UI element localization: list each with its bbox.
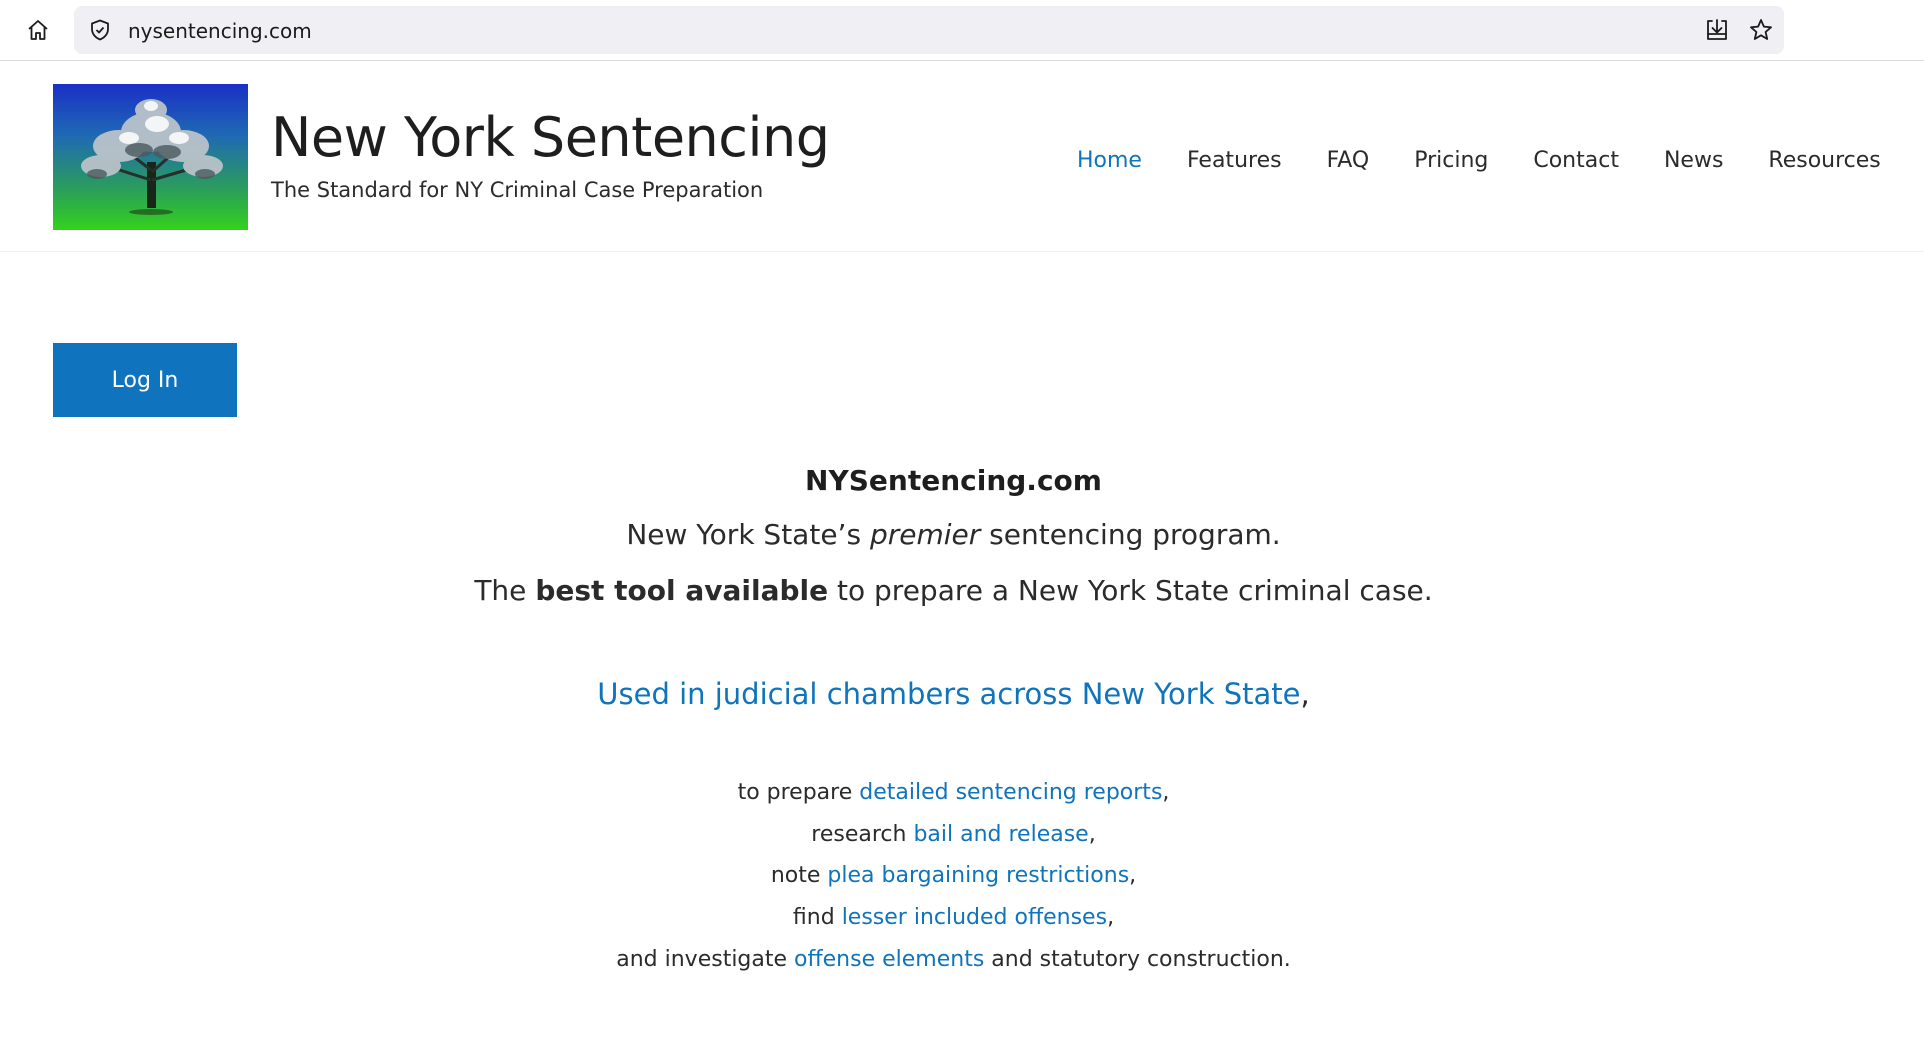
brand-heading: NYSentencing.com xyxy=(805,464,1102,497)
star-icon[interactable] xyxy=(1748,17,1774,43)
nav-faq[interactable]: FAQ xyxy=(1327,148,1370,173)
offense-elements-link[interactable]: offense elements xyxy=(794,947,984,972)
use-pre: find xyxy=(792,905,842,930)
site-header: New York Sentencing The Standard for NY … xyxy=(0,62,1924,252)
tagline-premier: New York State’s premier sentencing prog… xyxy=(0,518,1907,551)
use-item: research bail and release, xyxy=(0,822,1907,847)
nav-features[interactable]: Features xyxy=(1187,148,1282,173)
judicial-chambers-line: Used in judicial chambers across New Yor… xyxy=(0,677,1907,711)
tagline-premier-pre: New York State’s xyxy=(626,518,870,551)
address-bar[interactable]: nysentencing.com xyxy=(74,6,1784,54)
nav-contact[interactable]: Contact xyxy=(1533,148,1619,173)
login-button[interactable]: Log In xyxy=(53,343,237,417)
plea-bargaining-link[interactable]: plea bargaining restrictions xyxy=(827,863,1129,888)
nav-resources[interactable]: Resources xyxy=(1768,148,1880,173)
shield-icon[interactable] xyxy=(88,18,112,42)
tree-logo-icon[interactable] xyxy=(53,84,248,230)
site-title: New York Sentencing xyxy=(271,106,830,169)
tagline-best-pre: The xyxy=(474,574,536,607)
use-post: , xyxy=(1107,905,1115,930)
nav-home[interactable]: Home xyxy=(1077,148,1142,173)
bail-release-link[interactable]: bail and release xyxy=(913,822,1088,847)
nav-pricing[interactable]: Pricing xyxy=(1414,148,1488,173)
use-item: and investigate offense elements and sta… xyxy=(0,947,1907,972)
judicial-chambers-comma: , xyxy=(1300,677,1310,711)
url-text[interactable]: nysentencing.com xyxy=(128,19,312,43)
use-post: , xyxy=(1088,822,1096,847)
tagline-premier-post: sentencing program. xyxy=(980,518,1281,551)
home-icon[interactable] xyxy=(24,16,52,44)
use-item: note plea bargaining restrictions, xyxy=(0,863,1907,888)
lesser-offenses-link[interactable]: lesser included offenses xyxy=(842,905,1107,930)
browser-toolbar: nysentencing.com xyxy=(0,0,1924,61)
tagline-premier-em: premier xyxy=(869,518,981,551)
site-tagline: The Standard for NY Criminal Case Prepar… xyxy=(271,178,764,202)
download-icon[interactable] xyxy=(1704,17,1730,43)
main-nav: Home Features FAQ Pricing Contact News R… xyxy=(1077,148,1881,173)
tagline-best-tool: The best tool available to prepare a New… xyxy=(0,574,1907,607)
tagline-best-post: to prepare a New York State criminal cas… xyxy=(828,574,1433,607)
nav-news[interactable]: News xyxy=(1664,148,1723,173)
use-pre: note xyxy=(770,863,828,888)
use-post: and statutory construction. xyxy=(984,947,1291,972)
use-pre: and investigate xyxy=(616,947,795,972)
tagline-best-strong: best tool available xyxy=(535,574,829,607)
use-item: to prepare detailed sentencing reports, xyxy=(0,780,1907,805)
use-post: , xyxy=(1129,863,1137,888)
use-item: find lesser included offenses, xyxy=(0,905,1907,930)
use-post: , xyxy=(1162,780,1170,805)
sentencing-reports-link[interactable]: detailed sentencing reports xyxy=(859,780,1162,805)
use-pre: research xyxy=(811,822,914,847)
use-pre: to prepare xyxy=(737,780,860,805)
judicial-chambers-link[interactable]: Used in judicial chambers across New Yor… xyxy=(597,677,1300,711)
